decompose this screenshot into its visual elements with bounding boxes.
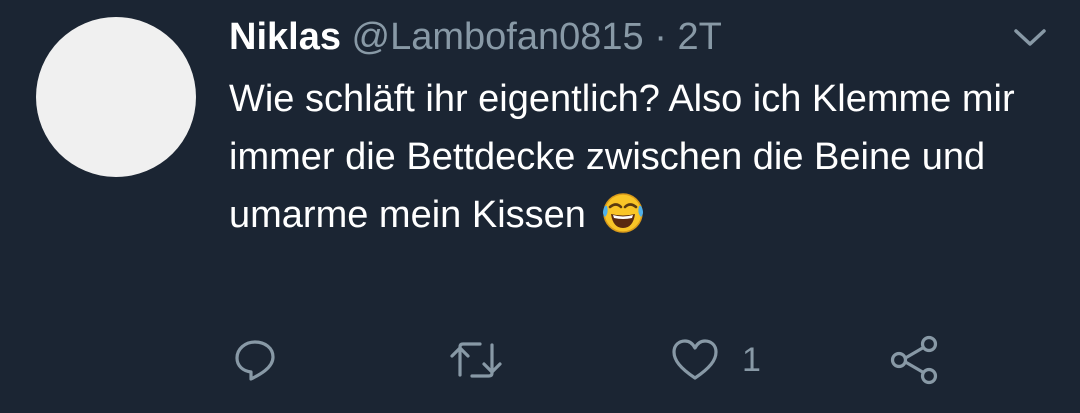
tweet-text: Wie schläft ihr eigentlich? Also ich Kle… bbox=[229, 70, 1029, 244]
tweet-actions: 1 bbox=[0, 330, 1080, 390]
share-icon bbox=[888, 335, 940, 385]
heart-icon bbox=[670, 337, 720, 383]
tweet-header: Niklas @Lambofan0815 · 2T bbox=[229, 14, 722, 60]
retweet-button[interactable] bbox=[449, 330, 503, 390]
tweet-timestamp[interactable]: 2T bbox=[677, 16, 721, 58]
like-button[interactable]: 1 bbox=[670, 330, 761, 390]
header-separator: · bbox=[654, 16, 667, 58]
author-handle[interactable]: @Lambofan0815 bbox=[352, 16, 644, 58]
tweet-card[interactable]: Niklas @Lambofan0815 · 2T Wie schläft ih… bbox=[0, 0, 1080, 413]
face-with-tears-of-joy-icon bbox=[600, 189, 646, 235]
author-name[interactable]: Niklas bbox=[229, 16, 341, 58]
chevron-down-icon[interactable] bbox=[1012, 24, 1048, 52]
avatar[interactable] bbox=[36, 17, 196, 177]
like-count: 1 bbox=[742, 340, 761, 379]
retweet-icon bbox=[449, 337, 503, 383]
reply-icon bbox=[232, 337, 278, 383]
reply-button[interactable] bbox=[232, 330, 278, 390]
share-button[interactable] bbox=[888, 330, 940, 390]
